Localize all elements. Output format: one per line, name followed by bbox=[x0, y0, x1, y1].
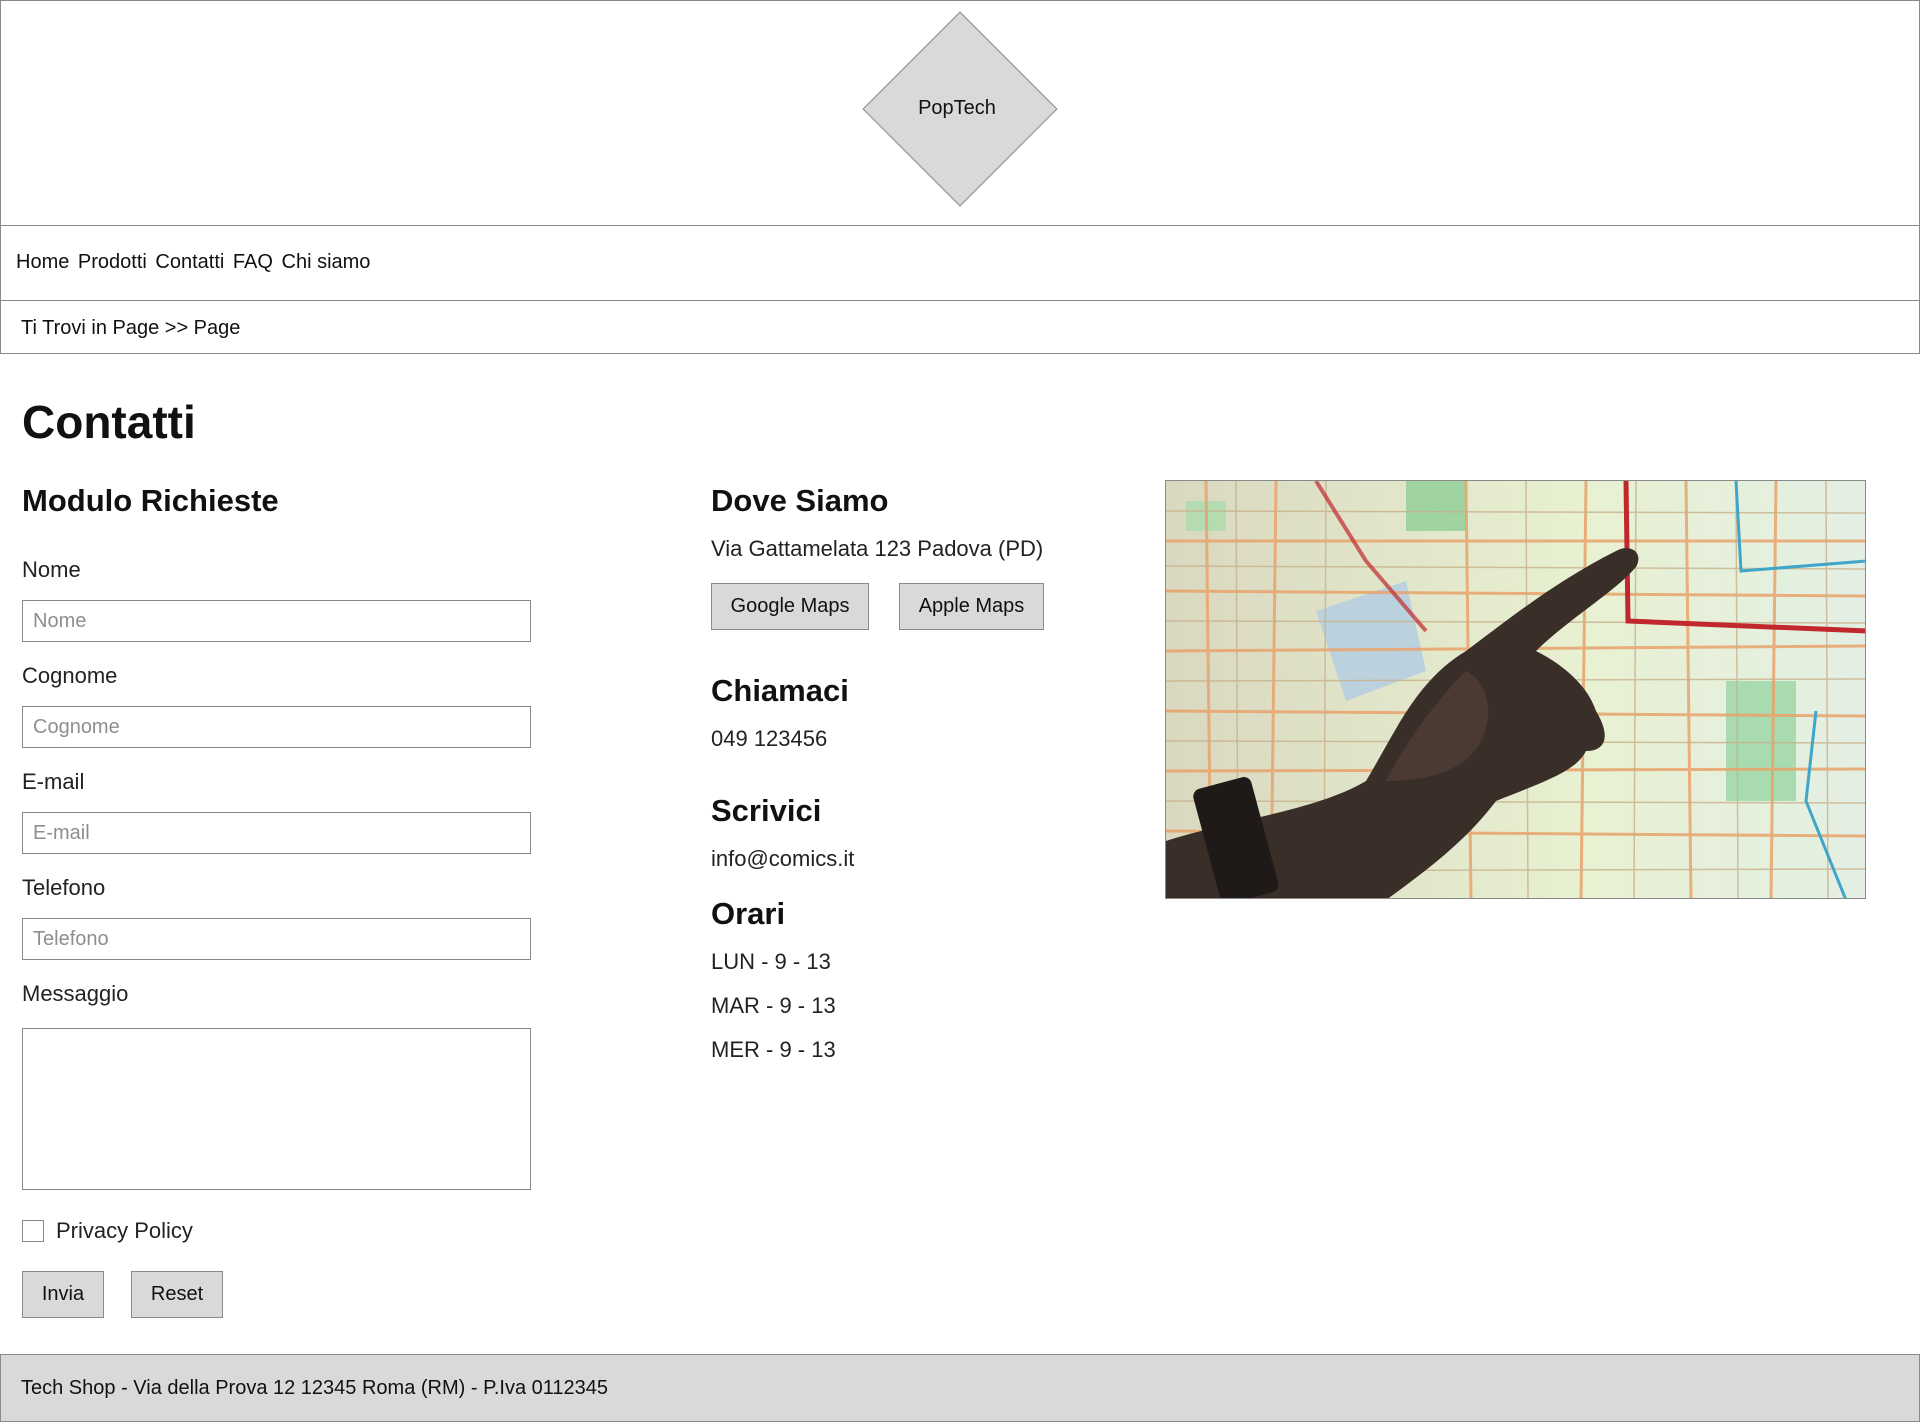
message-label: Messaggio bbox=[22, 981, 129, 1006]
write-heading: Scrivici bbox=[711, 793, 822, 828]
phone-label: Telefono bbox=[22, 875, 106, 900]
map-illustration bbox=[1166, 481, 1865, 898]
email-address: info@comics.it bbox=[711, 846, 855, 871]
nav-item-faq[interactable]: FAQ bbox=[233, 251, 273, 273]
email-input[interactable] bbox=[22, 812, 531, 854]
surname-input[interactable] bbox=[22, 706, 531, 748]
main-nav: Home Prodotti Contatti FAQ Chi siamo bbox=[0, 225, 1920, 301]
privacy-checkbox[interactable] bbox=[22, 1220, 44, 1242]
hours-line: MAR - 9 - 13 bbox=[711, 993, 836, 1018]
nav-item-prodotti[interactable]: Prodotti bbox=[78, 251, 147, 273]
hours-heading: Orari bbox=[711, 896, 786, 931]
page-title: Contatti bbox=[22, 396, 196, 448]
google-maps-button[interactable]: Google Maps bbox=[711, 583, 869, 630]
name-label: Nome bbox=[22, 557, 81, 582]
nav-item-chi-siamo[interactable]: Chi siamo bbox=[282, 251, 371, 273]
apple-maps-button[interactable]: Apple Maps bbox=[899, 583, 1044, 630]
address-text: Via Gattamelata 123 Padova (PD) bbox=[711, 536, 1044, 561]
submit-button[interactable]: Invia bbox=[22, 1271, 104, 1318]
site-footer: Tech Shop - Via della Prova 12 12345 Rom… bbox=[0, 1354, 1920, 1422]
site-header: PopTech bbox=[0, 0, 1920, 226]
name-input[interactable] bbox=[22, 600, 531, 642]
surname-label: Cognome bbox=[22, 663, 118, 688]
message-textarea[interactable] bbox=[22, 1028, 531, 1190]
phone-number: 049 123456 bbox=[711, 726, 828, 751]
location-heading: Dove Siamo bbox=[711, 483, 889, 518]
breadcrumb-text: Ti Trovi in Page >> Page bbox=[21, 317, 241, 339]
hours-line: MER - 9 - 13 bbox=[711, 1037, 836, 1062]
logo-text[interactable]: PopTech bbox=[861, 97, 1053, 120]
form-heading: Modulo Richieste bbox=[22, 483, 279, 518]
nav-items: Home Prodotti Contatti FAQ Chi siamo bbox=[16, 251, 373, 274]
phone-input[interactable] bbox=[22, 918, 531, 960]
email-label: E-mail bbox=[22, 769, 85, 794]
footer-text: Tech Shop - Via della Prova 12 12345 Rom… bbox=[21, 1377, 609, 1399]
nav-item-contatti[interactable]: Contatti bbox=[155, 251, 224, 273]
privacy-label[interactable]: Privacy Policy bbox=[56, 1218, 193, 1244]
hours-line: LUN - 9 - 13 bbox=[711, 949, 831, 974]
nav-item-home[interactable]: Home bbox=[16, 251, 69, 273]
call-heading: Chiamaci bbox=[711, 673, 849, 708]
map-photo bbox=[1165, 480, 1866, 899]
reset-button[interactable]: Reset bbox=[131, 1271, 223, 1318]
breadcrumb: Ti Trovi in Page >> Page bbox=[0, 300, 1920, 354]
